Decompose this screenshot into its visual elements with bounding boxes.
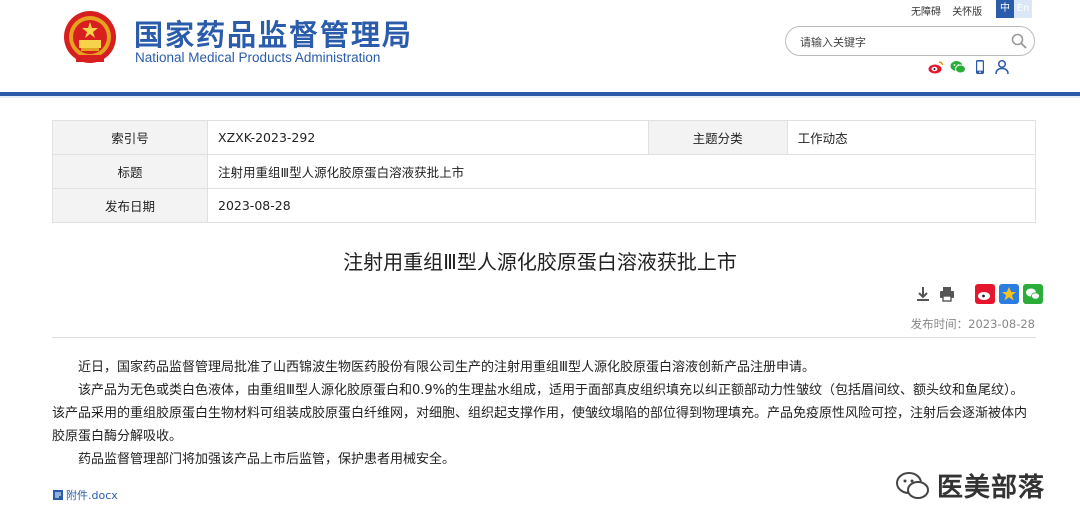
attachment-label: 附件.docx (66, 489, 118, 502)
lang-en-button[interactable]: En (1014, 0, 1032, 18)
date-value: 2023-08-28 (207, 188, 1036, 223)
site-title[interactable]: 国家药品监督管理局 (134, 12, 413, 54)
site-header: 国家药品监督管理局 National Medical Products Admi… (0, 0, 1080, 92)
search-input[interactable] (800, 33, 1000, 51)
care-mode-link[interactable]: 关怀版 (952, 7, 982, 18)
paragraph-3: 药品监督管理部门将加强该产品上市后监管，保护患者用械安全。 (78, 452, 456, 467)
title-label: 标题 (52, 154, 208, 189)
watermark-text: 医美部落 (937, 473, 1046, 503)
article-tools (913, 284, 1043, 304)
meta-row-index: 索引号 XZXK-2023-292 主题分类 工作动态 (52, 120, 1037, 155)
top-links: 无障碍 关怀版 (911, 3, 990, 18)
site-subtitle: National Medical Products Administration (135, 50, 381, 65)
index-value: XZXK-2023-292 (207, 120, 649, 155)
index-label: 索引号 (52, 120, 208, 155)
meta-row-date: 发布日期 2023-08-28 (52, 188, 1036, 223)
user-icon[interactable] (994, 59, 1010, 75)
date-label: 发布日期 (52, 188, 208, 223)
share-wechat-icon[interactable] (1023, 284, 1043, 304)
article-body: 近日，国家药品监督管理局批准了山西锦波生物医药股份有限公司生产的注射用重组Ⅲ型人… (52, 356, 1036, 471)
wechat-watermark-icon (896, 471, 929, 499)
content-divider (52, 337, 1036, 338)
national-emblem-icon (64, 11, 116, 63)
share-weibo-icon[interactable] (975, 284, 995, 304)
tools-spacer (961, 284, 971, 304)
publish-time: 发布时间：2023-08-28 (910, 317, 1035, 331)
search-icon[interactable] (1010, 32, 1028, 50)
attachment-link[interactable]: 附件.docx (52, 487, 118, 503)
paragraph-1: 近日，国家药品监督管理局批准了山西锦波生物医药股份有限公司生产的注射用重组Ⅲ型人… (78, 360, 815, 375)
weibo-icon[interactable] (928, 59, 944, 75)
search-box (785, 26, 1035, 56)
category-label: 主题分类 (647, 120, 788, 155)
article-meta-table: 索引号 XZXK-2023-292 主题分类 工作动态 标题 注射用重组Ⅲ型人源… (52, 120, 1037, 223)
docx-icon (53, 490, 63, 500)
mobile-icon[interactable] (972, 59, 988, 75)
paragraph-2: 该产品为无色或类白色液体，由重组Ⅲ型人源化胶原蛋白和0.9%的生理盐水组成，适用… (52, 383, 1028, 444)
lang-zh-button[interactable]: 中 (996, 0, 1014, 18)
share-qzone-icon[interactable] (999, 284, 1019, 304)
print-icon[interactable] (937, 284, 957, 304)
accessibility-link[interactable]: 无障碍 (911, 7, 941, 18)
header-shadow (0, 96, 1080, 98)
language-switch: 中 En (996, 0, 1032, 18)
wechat-icon[interactable] (950, 59, 966, 75)
watermark: 医美部落 (895, 467, 1045, 504)
category-value: 工作动态 (786, 120, 1037, 155)
download-icon[interactable] (913, 284, 933, 304)
social-links (928, 59, 1010, 75)
meta-row-title: 标题 注射用重组Ⅲ型人源化胶原蛋白溶液获批上市 (52, 154, 1036, 189)
article-title: 注射用重组Ⅲ型人源化胶原蛋白溶液获批上市 (343, 250, 737, 274)
title-value: 注射用重组Ⅲ型人源化胶原蛋白溶液获批上市 (207, 154, 1036, 189)
